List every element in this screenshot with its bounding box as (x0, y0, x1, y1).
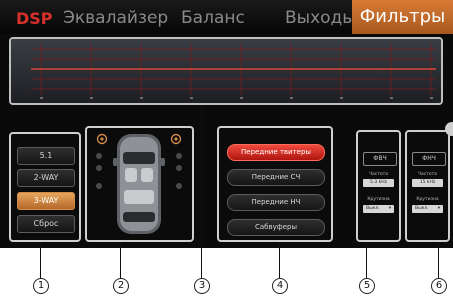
lowpass-freq-label: Частота (417, 172, 438, 177)
highpass-filter-panel: ФВЧ Частота 5.3 kHz Крутизна Выкл. ▾ (356, 130, 401, 242)
callout-line-3 (201, 106, 202, 278)
lowpass-slope-value: Выкл. (415, 206, 429, 211)
highpass-freq-label: Частота (368, 172, 389, 177)
callout-number-6: 6 (431, 278, 447, 294)
tab-equalizer[interactable]: Эквалайзер (63, 8, 168, 28)
tab-balance[interactable]: Баланс (181, 8, 245, 28)
car-top-view (96, 133, 182, 234)
speaker-front-mid-button[interactable]: Передние СЧ (227, 169, 325, 186)
highpass-freq-value[interactable]: 5.3 kHz (363, 179, 394, 187)
chevron-down-icon: ▾ (388, 206, 391, 211)
lowpass-slope-select[interactable]: Выкл. ▾ (412, 205, 443, 213)
side-drawer-handle[interactable] (445, 122, 453, 136)
mode-button-3-way[interactable]: 3-WAY (17, 192, 75, 210)
mode-button-2-way[interactable]: 2-WAY (17, 169, 75, 187)
highpass-slope-value: Выкл. (366, 206, 380, 211)
reset-button[interactable]: Сброс (17, 215, 75, 233)
dsp-logo: DSP (16, 9, 53, 28)
highpass-slope-select[interactable]: Выкл. ▾ (363, 205, 394, 213)
lowpass-filter-button[interactable]: ФНЧ (412, 152, 446, 166)
lowpass-filter-panel: ФНЧ Частота 15 kHz Крутизна Выкл. ▾ (405, 130, 450, 242)
callout-line-2 (120, 243, 121, 278)
callout-line-4 (279, 243, 280, 278)
lowpass-freq-value[interactable]: 15 kHz (412, 179, 443, 187)
speaker-front-low-button[interactable]: Передние НЧ (227, 194, 325, 211)
speaker-select-panel: Передние твитеры Передние СЧ Передние НЧ… (217, 126, 333, 242)
tab-bar: DSP Эквалайзер Баланс Выходы Фильтры (0, 0, 453, 34)
callout-number-3: 3 (194, 278, 210, 294)
graph-canvas (11, 39, 441, 103)
lowpass-slope-label: Крутизна (416, 197, 439, 202)
mode-button-5-1[interactable]: 5.1 (17, 147, 75, 165)
callout-line-1 (40, 243, 41, 278)
callout-number-2: 2 (113, 278, 129, 294)
dsp-screen: DSP Эквалайзер Баланс Выходы Фильтры 5.1… (0, 0, 453, 248)
callout-line-5 (366, 243, 367, 278)
tab-outputs[interactable]: Выходы (285, 8, 356, 28)
car-icon (113, 134, 165, 234)
chevron-down-icon: ▾ (437, 206, 440, 211)
callout-number-4: 4 (272, 278, 288, 294)
highpass-filter-button[interactable]: ФВЧ (363, 152, 397, 166)
tab-filters[interactable]: Фильтры (352, 0, 453, 34)
speaker-front-tweeters-button[interactable]: Передние твитеры (227, 144, 325, 161)
car-speaker-layout-panel (85, 126, 194, 242)
callout-line-6 (438, 243, 439, 278)
highpass-slope-label: Крутизна (367, 197, 390, 202)
frequency-response-graph (9, 37, 443, 105)
callout-number-5: 5 (359, 278, 375, 294)
speaker-subwoofers-button[interactable]: Сабвуферы (227, 219, 325, 236)
callout-number-1: 1 (33, 278, 49, 294)
speaker-mode-panel: 5.1 2-WAY 3-WAY Сброс (9, 132, 81, 242)
